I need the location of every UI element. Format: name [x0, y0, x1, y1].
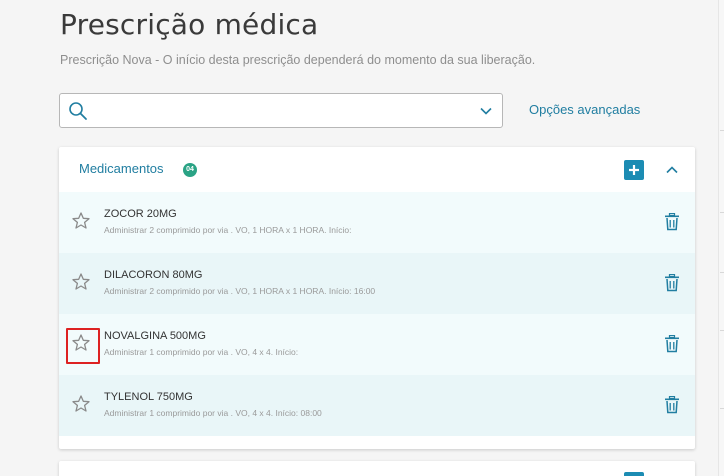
- star-icon[interactable]: [71, 272, 91, 292]
- star-icon[interactable]: [71, 394, 91, 414]
- search-field[interactable]: [59, 93, 503, 128]
- medication-instructions: Administrar 1 comprimido por via . VO, 4…: [104, 408, 322, 418]
- trash-icon[interactable]: [664, 274, 680, 292]
- search-icon: [69, 102, 87, 120]
- medications-list: ZOCOR 20MG Administrar 2 comprimido por …: [59, 192, 695, 436]
- medication-row[interactable]: DILACORON 80MG Administrar 2 comprimido …: [59, 253, 695, 314]
- medication-row[interactable]: ZOCOR 20MG Administrar 2 comprimido por …: [59, 192, 695, 253]
- medication-name: NOVALGINA 500MG: [104, 330, 206, 342]
- medications-panel-title: Medicamentos: [79, 161, 164, 176]
- next-panel-partial: [59, 461, 695, 476]
- trash-icon[interactable]: [664, 213, 680, 231]
- next-panel-add-button[interactable]: [624, 472, 644, 476]
- medication-row[interactable]: NOVALGINA 500MG Administrar 1 comprimido…: [59, 314, 695, 375]
- chevron-down-icon[interactable]: [478, 103, 494, 119]
- medication-name: ZOCOR 20MG: [104, 208, 177, 220]
- medications-panel-header: Medicamentos 04: [59, 147, 695, 192]
- right-edge-panel: [718, 0, 724, 476]
- search-input[interactable]: [94, 98, 464, 124]
- medication-instructions: Administrar 1 comprimido por via . VO, 4…: [104, 347, 299, 357]
- chevron-up-icon[interactable]: [664, 162, 680, 178]
- star-icon[interactable]: [71, 211, 91, 231]
- trash-icon[interactable]: [664, 335, 680, 353]
- medication-row[interactable]: TYLENOL 750MG Administrar 1 comprimido p…: [59, 375, 695, 436]
- plus-icon: [629, 165, 639, 175]
- medications-panel: Medicamentos 04 ZOCOR 20MG Administrar 2…: [59, 147, 695, 449]
- medications-count-badge: 04: [183, 163, 197, 177]
- medication-name: DILACORON 80MG: [104, 269, 203, 281]
- medication-instructions: Administrar 2 comprimido por via . VO, 1…: [104, 286, 376, 296]
- page-subtitle: Prescrição Nova - O início desta prescri…: [60, 53, 536, 67]
- advanced-options-link[interactable]: Opções avançadas: [529, 102, 640, 117]
- medication-name: TYLENOL 750MG: [104, 391, 193, 403]
- star-icon[interactable]: [71, 333, 91, 353]
- trash-icon[interactable]: [664, 396, 680, 414]
- medication-instructions: Administrar 2 comprimido por via . VO, 1…: [104, 225, 352, 235]
- page-title: Prescrição médica: [60, 8, 319, 41]
- add-medication-button[interactable]: [624, 160, 644, 180]
